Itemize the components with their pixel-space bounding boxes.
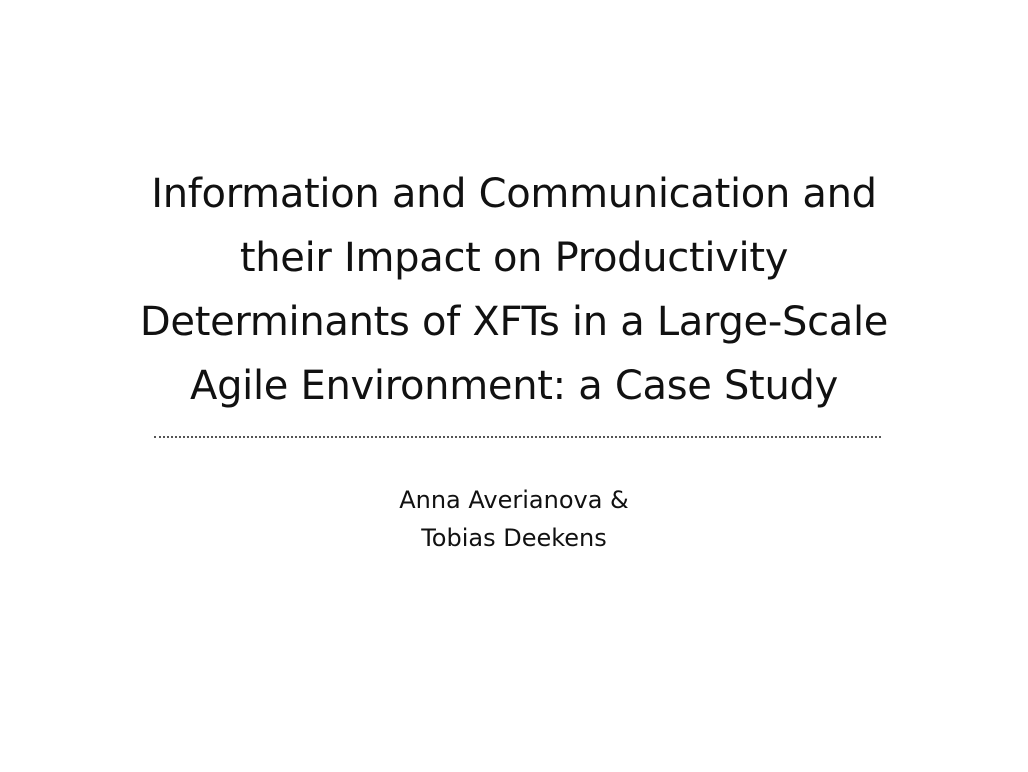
slide-title-line-2: their Impact on Productivity xyxy=(239,235,789,281)
dotted-divider xyxy=(154,436,881,438)
slide-authors: Anna Averianova & Tobias Deekens xyxy=(264,481,764,557)
slide-title-line-4: Agile Environment: a Case Study xyxy=(190,363,838,409)
slide-title-line-1: Information and Communication and xyxy=(151,171,877,217)
author-line-1: Anna Averianova & xyxy=(399,486,629,514)
slide-title-line-3: Determinants of XFTs in a Large-Scale xyxy=(139,299,889,345)
author-line-2: Tobias Deekens xyxy=(421,524,607,552)
slide-title: Information and Communication and their … xyxy=(80,162,948,418)
title-slide: Information and Communication and their … xyxy=(0,0,1028,772)
